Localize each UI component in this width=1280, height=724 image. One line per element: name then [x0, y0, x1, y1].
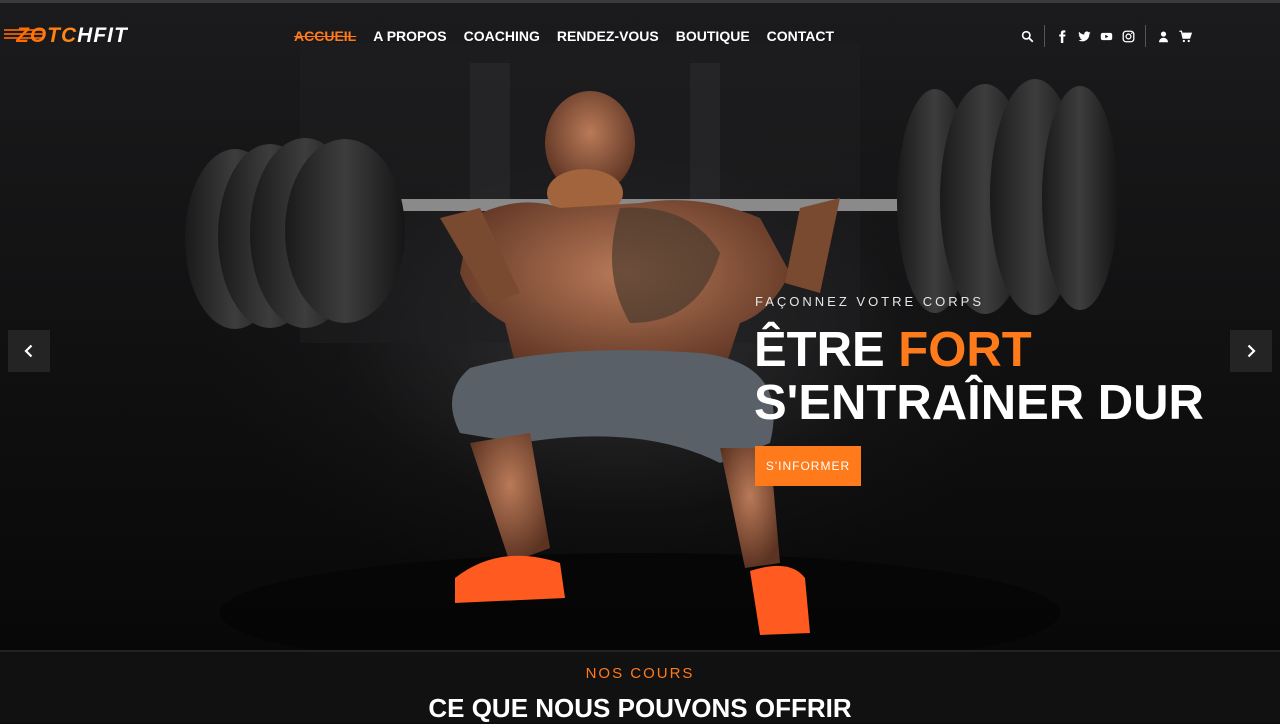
search-icon[interactable] — [1018, 27, 1036, 45]
hero-headline-line1: ÊTRE FORT — [754, 324, 1204, 377]
hero-slider: ZOTCHFIT ACCUEIL A PROPOS COACHING RENDE… — [0, 3, 1280, 650]
hero-headline-pre: ÊTRE — [754, 323, 899, 377]
nav-link-accueil[interactable]: ACCUEIL — [294, 28, 356, 44]
hero-headline-highlight: FORT — [898, 323, 1032, 377]
instagram-icon[interactable] — [1119, 27, 1137, 45]
section-kicker: NOS COURS — [585, 665, 695, 682]
nav-link-coaching[interactable]: COACHING — [464, 28, 540, 44]
cart-icon[interactable] — [1176, 27, 1194, 45]
nav-icon-group — [1018, 25, 1198, 47]
nav-link-boutique[interactable]: BOUTIQUE — [676, 28, 750, 44]
hero-headline: ÊTRE FORT S'ENTRAÎNER DUR — [754, 324, 1204, 430]
user-icon[interactable] — [1154, 27, 1172, 45]
slider-prev-button[interactable] — [8, 330, 50, 372]
nav-divider — [1145, 25, 1146, 47]
nav-links: ACCUEIL A PROPOS COACHING RENDEZ-VOUS BO… — [294, 28, 851, 44]
nav-link-contact[interactable]: CONTACT — [767, 28, 834, 44]
facebook-icon[interactable] — [1053, 27, 1071, 45]
youtube-icon[interactable] — [1097, 27, 1115, 45]
nav-link-rendez-vous[interactable]: RENDEZ-VOUS — [557, 28, 659, 44]
slider-next-button[interactable] — [1230, 330, 1272, 372]
hero-subtitle: FAÇONNEZ VOTRE CORPS — [755, 294, 985, 309]
hero-headline-line2: S'ENTRAÎNER DUR — [754, 376, 1204, 430]
section-title: CE QUE NOUS POUVONS OFFRIR — [428, 693, 852, 723]
nav-divider — [1044, 25, 1045, 47]
chevron-right-icon — [1247, 344, 1256, 358]
main-navigation: ZOTCHFIT ACCUEIL A PROPOS COACHING RENDE… — [0, 21, 1280, 51]
courses-section: NOS COURS CE QUE NOUS POUVONS OFFRIR — [0, 650, 1280, 723]
cta-button[interactable]: S'INFORMER — [755, 446, 861, 486]
nav-link-a-propos[interactable]: A PROPOS — [373, 28, 446, 44]
twitter-icon[interactable] — [1075, 27, 1093, 45]
chevron-left-icon — [24, 344, 33, 358]
logo-text: ZOTCHFIT — [16, 24, 128, 47]
